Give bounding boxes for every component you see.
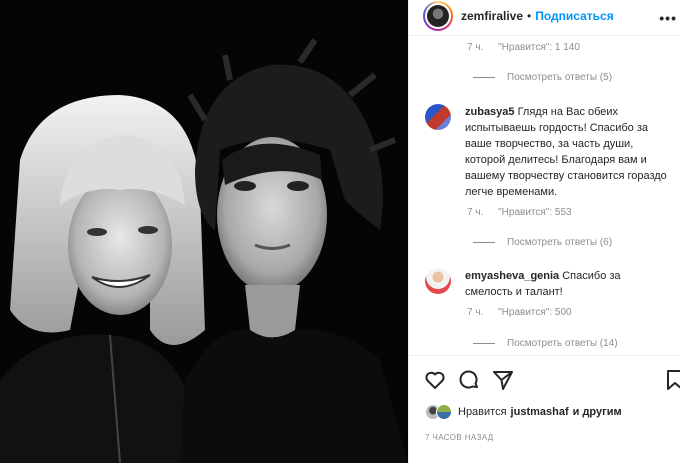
comment-likes[interactable]: "Нравится": 1 140 <box>498 42 580 53</box>
share-icon[interactable] <box>491 368 515 392</box>
follow-button[interactable]: Подписаться <box>535 9 613 23</box>
likes-others[interactable]: и другим <box>573 406 622 418</box>
comment-time: 7 ч. <box>467 42 484 53</box>
author-avatar[interactable] <box>423 0 453 31</box>
comment-item: zubasya5 Глядя на Вас обеих испытываешь … <box>425 104 675 200</box>
post-actions: Нравится justmashaf и другим 7 ЧАСОВ НАЗ… <box>409 355 680 463</box>
commenter-avatar[interactable] <box>425 104 451 130</box>
liker-avatar[interactable] <box>436 404 452 420</box>
view-replies-link[interactable]: Посмотреть ответы (6) <box>473 237 612 248</box>
comment-time: 7 ч. <box>467 207 484 218</box>
comment-time: 7 ч. <box>467 307 484 318</box>
post-timestamp[interactable]: 7 ЧАСОВ НАЗАД <box>425 433 494 442</box>
comment-meta: 7 ч. "Нравится": 500 <box>467 307 572 318</box>
post-image <box>0 0 408 463</box>
comment-meta: 7 ч. "Нравится": 1 140 <box>467 42 580 53</box>
view-replies-link[interactable]: Посмотреть ответы (14) <box>473 338 618 349</box>
comment-likes[interactable]: "Нравится": 500 <box>498 307 571 318</box>
liker-username[interactable]: justmashaf <box>511 406 569 418</box>
header-separator: • <box>527 8 532 23</box>
author-username[interactable]: zemfiralive <box>461 9 523 23</box>
comment-text: Глядя на Вас обеих испытываешь гордость!… <box>465 106 667 198</box>
view-replies-label: Посмотреть ответы (6) <box>507 237 613 248</box>
post-header: zemfiralive • Подписаться ••• <box>409 0 680 36</box>
post-side-panel: zemfiralive • Подписаться ••• 7 ч. "Нрав… <box>408 0 680 463</box>
post-photo[interactable] <box>0 0 408 463</box>
comment-icon[interactable] <box>457 368 481 392</box>
comment-item: emyasheva_genia Спасибо за смелость и та… <box>425 268 675 300</box>
bookmark-icon[interactable] <box>663 368 680 392</box>
view-replies-label: Посмотреть ответы (5) <box>507 72 613 83</box>
comment-likes[interactable]: "Нравится": 553 <box>498 207 571 218</box>
view-replies-link[interactable]: Посмотреть ответы (5) <box>473 72 612 83</box>
likes-prefix: Нравится <box>458 406 507 418</box>
commenter-avatar[interactable] <box>425 268 451 294</box>
heart-icon[interactable] <box>423 368 447 392</box>
more-options-icon[interactable]: ••• <box>659 10 677 26</box>
likes-summary: Нравится justmashaf и другим <box>425 404 622 420</box>
commenter-username[interactable]: zubasya5 <box>465 106 515 118</box>
comment-meta: 7 ч. "Нравится": 553 <box>467 207 572 218</box>
view-replies-label: Посмотреть ответы (14) <box>507 338 618 349</box>
commenter-username[interactable]: emyasheva_genia <box>465 270 559 282</box>
